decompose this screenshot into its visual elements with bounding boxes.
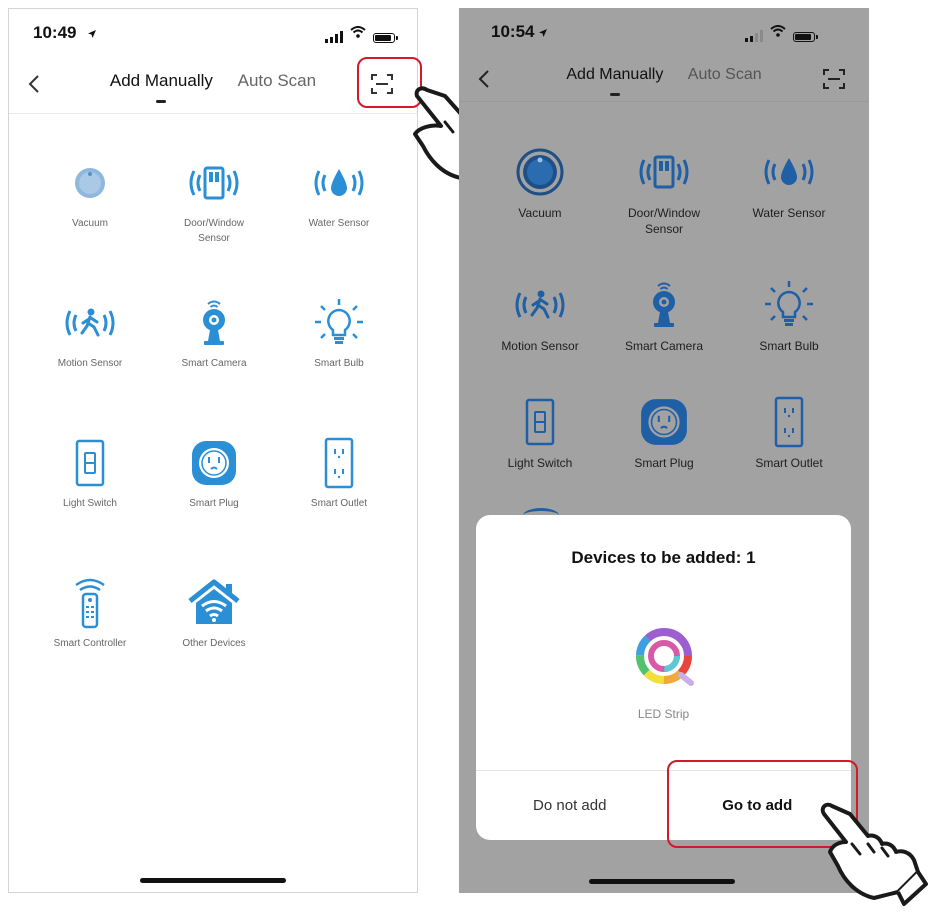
device-label: Smart Outlet [310,498,368,509]
do-not-add-button[interactable]: Do not add [476,771,664,840]
signal-icon [745,30,763,42]
smart-camera-icon [149,294,279,352]
device-label: Smart Outlet [755,456,823,470]
motion-sensor-icon [25,294,155,352]
home-indicator [589,879,735,884]
smart-outlet-icon [724,393,854,451]
smart-plug-icon [599,393,729,451]
battery-icon [793,32,818,42]
location-arrow-icon [87,26,97,44]
device-label: Smart Camera [624,339,704,353]
smart-bulb-icon [274,294,404,352]
light-switch-icon [475,393,605,451]
smart-outlet-icon [274,434,404,492]
device-label: Smart Controller [53,638,127,649]
device-label: Door/Window Sensor [183,218,245,244]
device-smart-plug[interactable]: Smart Plug [599,393,729,471]
device-label: Vacuum [72,218,108,229]
status-icons [325,25,398,43]
tab-auto-scan[interactable]: Auto Scan [688,66,762,84]
smart-bulb-icon [724,276,854,334]
led-strip-icon [633,625,695,687]
device-light-switch[interactable]: Light Switch [475,393,605,471]
status-time: 10:54 [491,22,535,41]
device-label: Smart Bulb [314,358,364,369]
device-motion-sensor[interactable]: Motion Sensor [475,276,605,354]
tab-add-manually[interactable]: Add Manually [566,66,663,96]
device-smart-bulb[interactable]: Smart Bulb [724,276,854,354]
device-smart-camera[interactable]: Smart Camera [149,294,279,371]
device-vacuum[interactable]: Vacuum [475,143,605,221]
pointing-hand-icon [818,800,928,913]
device-label: Motion Sensor [501,339,579,353]
door-window-sensor-icon [599,143,729,201]
battery-icon [373,33,398,43]
device-smart-plug[interactable]: Smart Plug [149,434,279,511]
device-smart-controller[interactable]: Smart Controller [25,574,155,651]
location-arrow-icon [538,25,548,43]
device-smart-outlet[interactable]: Smart Outlet [274,434,404,511]
water-sensor-icon [274,154,404,212]
light-switch-icon [25,434,155,492]
device-label: Smart Bulb [759,339,819,353]
door-window-sensor-icon [149,154,279,212]
tab-bar: Add Manually Auto Scan [9,71,417,103]
device-label: Light Switch [507,456,573,470]
smart-plug-icon [149,434,279,492]
device-label: Smart Plug [634,456,694,470]
top-nav: Add Manually Auto Scan [9,59,417,111]
device-door-window-sensor[interactable]: Door/Window Sensor [149,154,279,246]
device-label: Vacuum [518,206,562,220]
device-water-sensor[interactable]: Water Sensor [724,143,854,221]
water-sensor-icon [724,143,854,201]
tab-add-manually[interactable]: Add Manually [110,71,213,103]
smart-camera-icon [599,276,729,334]
device-label: Light Switch [63,498,117,509]
device-door-window-sensor[interactable]: Door/Window Sensor [599,143,729,237]
dialog-title: Devices to be added: 1 [571,548,756,567]
device-smart-bulb[interactable]: Smart Bulb [274,294,404,371]
scan-frame-icon[interactable] [817,62,851,96]
device-label: Smart Plug [189,498,239,509]
vacuum-icon [25,154,155,212]
device-label: Smart Camera [181,358,247,369]
home-wifi-icon [149,574,279,632]
device-label: Door/Window Sensor [627,206,701,236]
device-label: Other Devices [182,638,246,649]
device-label: Water Sensor [308,218,370,229]
nav-divider [459,101,869,102]
device-water-sensor[interactable]: Water Sensor [274,154,404,231]
device-smart-camera[interactable]: Smart Camera [599,276,729,354]
status-icons [745,24,818,42]
device-label: Motion Sensor [57,358,123,369]
nav-divider [9,113,417,114]
home-indicator [140,878,286,883]
wifi-icon [770,24,786,42]
device-name: LED Strip [637,707,690,721]
top-nav: Add Manually Auto Scan [459,54,869,106]
device-motion-sensor[interactable]: Motion Sensor [25,294,155,371]
device-vacuum[interactable]: Vacuum [25,154,155,231]
wifi-icon [350,25,366,43]
device-other-devices[interactable]: Other Devices [149,574,279,651]
smart-controller-icon [25,574,155,632]
signal-icon [325,31,343,43]
device-smart-outlet[interactable]: Smart Outlet [724,393,854,471]
tab-auto-scan[interactable]: Auto Scan [238,71,316,91]
device-label: Water Sensor [752,206,826,220]
motion-sensor-icon [475,276,605,334]
vacuum-icon [475,143,605,201]
phone-screen-add-manually: 10:49 Add Manually Auto Scan Vacuum Door… [8,8,418,893]
tab-bar: Add Manually Auto Scan [459,66,869,96]
device-light-switch[interactable]: Light Switch [25,434,155,511]
status-time: 10:49 [33,23,77,42]
